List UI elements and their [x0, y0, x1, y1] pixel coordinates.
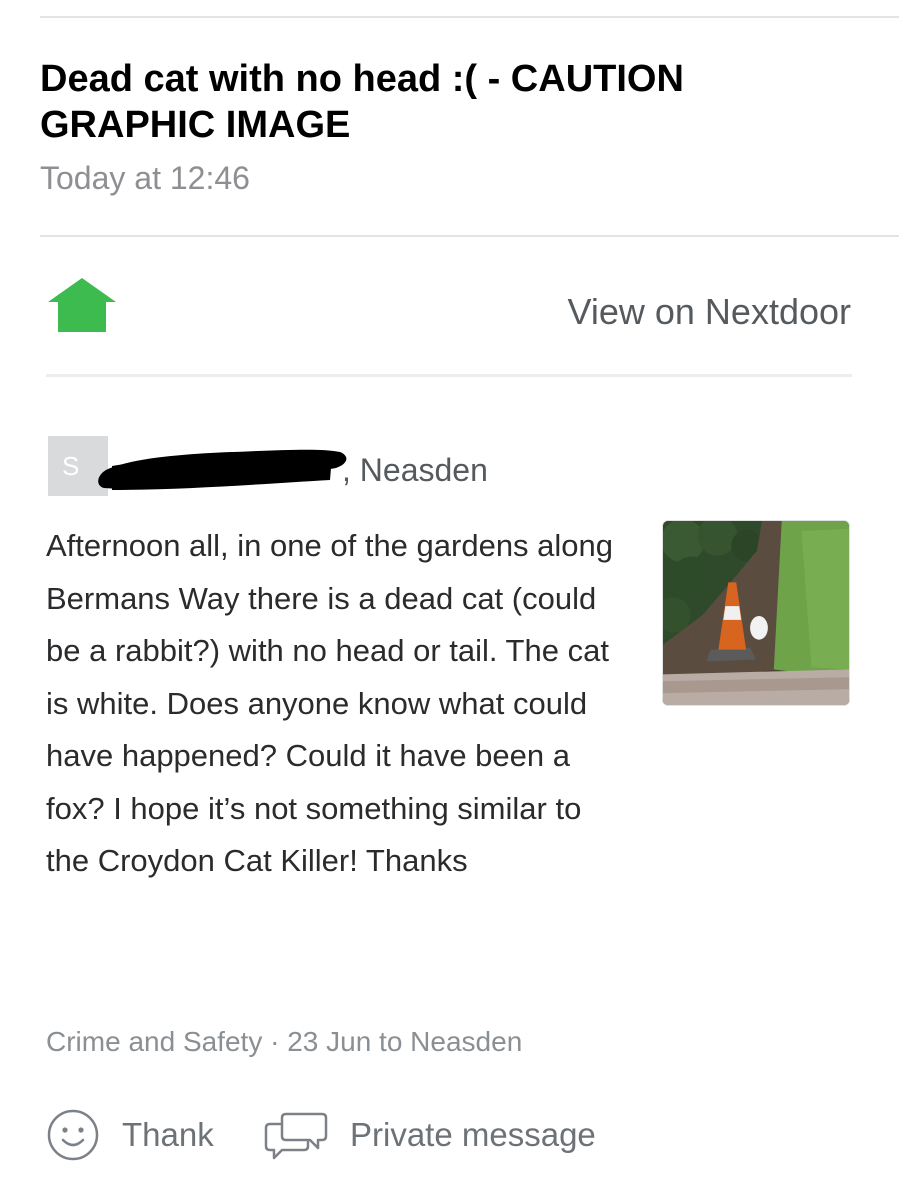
- top-divider: [40, 16, 899, 18]
- redaction-scribble: [98, 449, 347, 490]
- private-message-button[interactable]: Private message: [264, 1108, 596, 1162]
- chat-bubbles-icon: [264, 1112, 328, 1160]
- thank-button[interactable]: Thank: [46, 1108, 214, 1162]
- post-body: Afternoon all, in one of the gardens alo…: [46, 528, 614, 878]
- author-separator: ,: [342, 452, 351, 488]
- thank-label: Thank: [122, 1116, 214, 1153]
- email-subject: Dead cat with no head :( - CAUTION GRAPH…: [40, 58, 684, 146]
- card-divider: [46, 374, 852, 377]
- header-divider: [40, 235, 899, 237]
- post-meta: Crime and Safety · 23 Jun to Neasden: [46, 1026, 523, 1057]
- post-photo[interactable]: [662, 520, 850, 706]
- house-icon[interactable]: [46, 276, 118, 334]
- smiley-icon: [47, 1109, 99, 1161]
- email-date: Today at 12:46: [40, 160, 250, 196]
- post-location[interactable]: Neasden: [360, 452, 488, 488]
- view-on-nextdoor-link[interactable]: View on Nextdoor: [568, 290, 852, 334]
- private-message-label: Private message: [350, 1116, 596, 1153]
- author-location: , Neasden: [342, 450, 488, 490]
